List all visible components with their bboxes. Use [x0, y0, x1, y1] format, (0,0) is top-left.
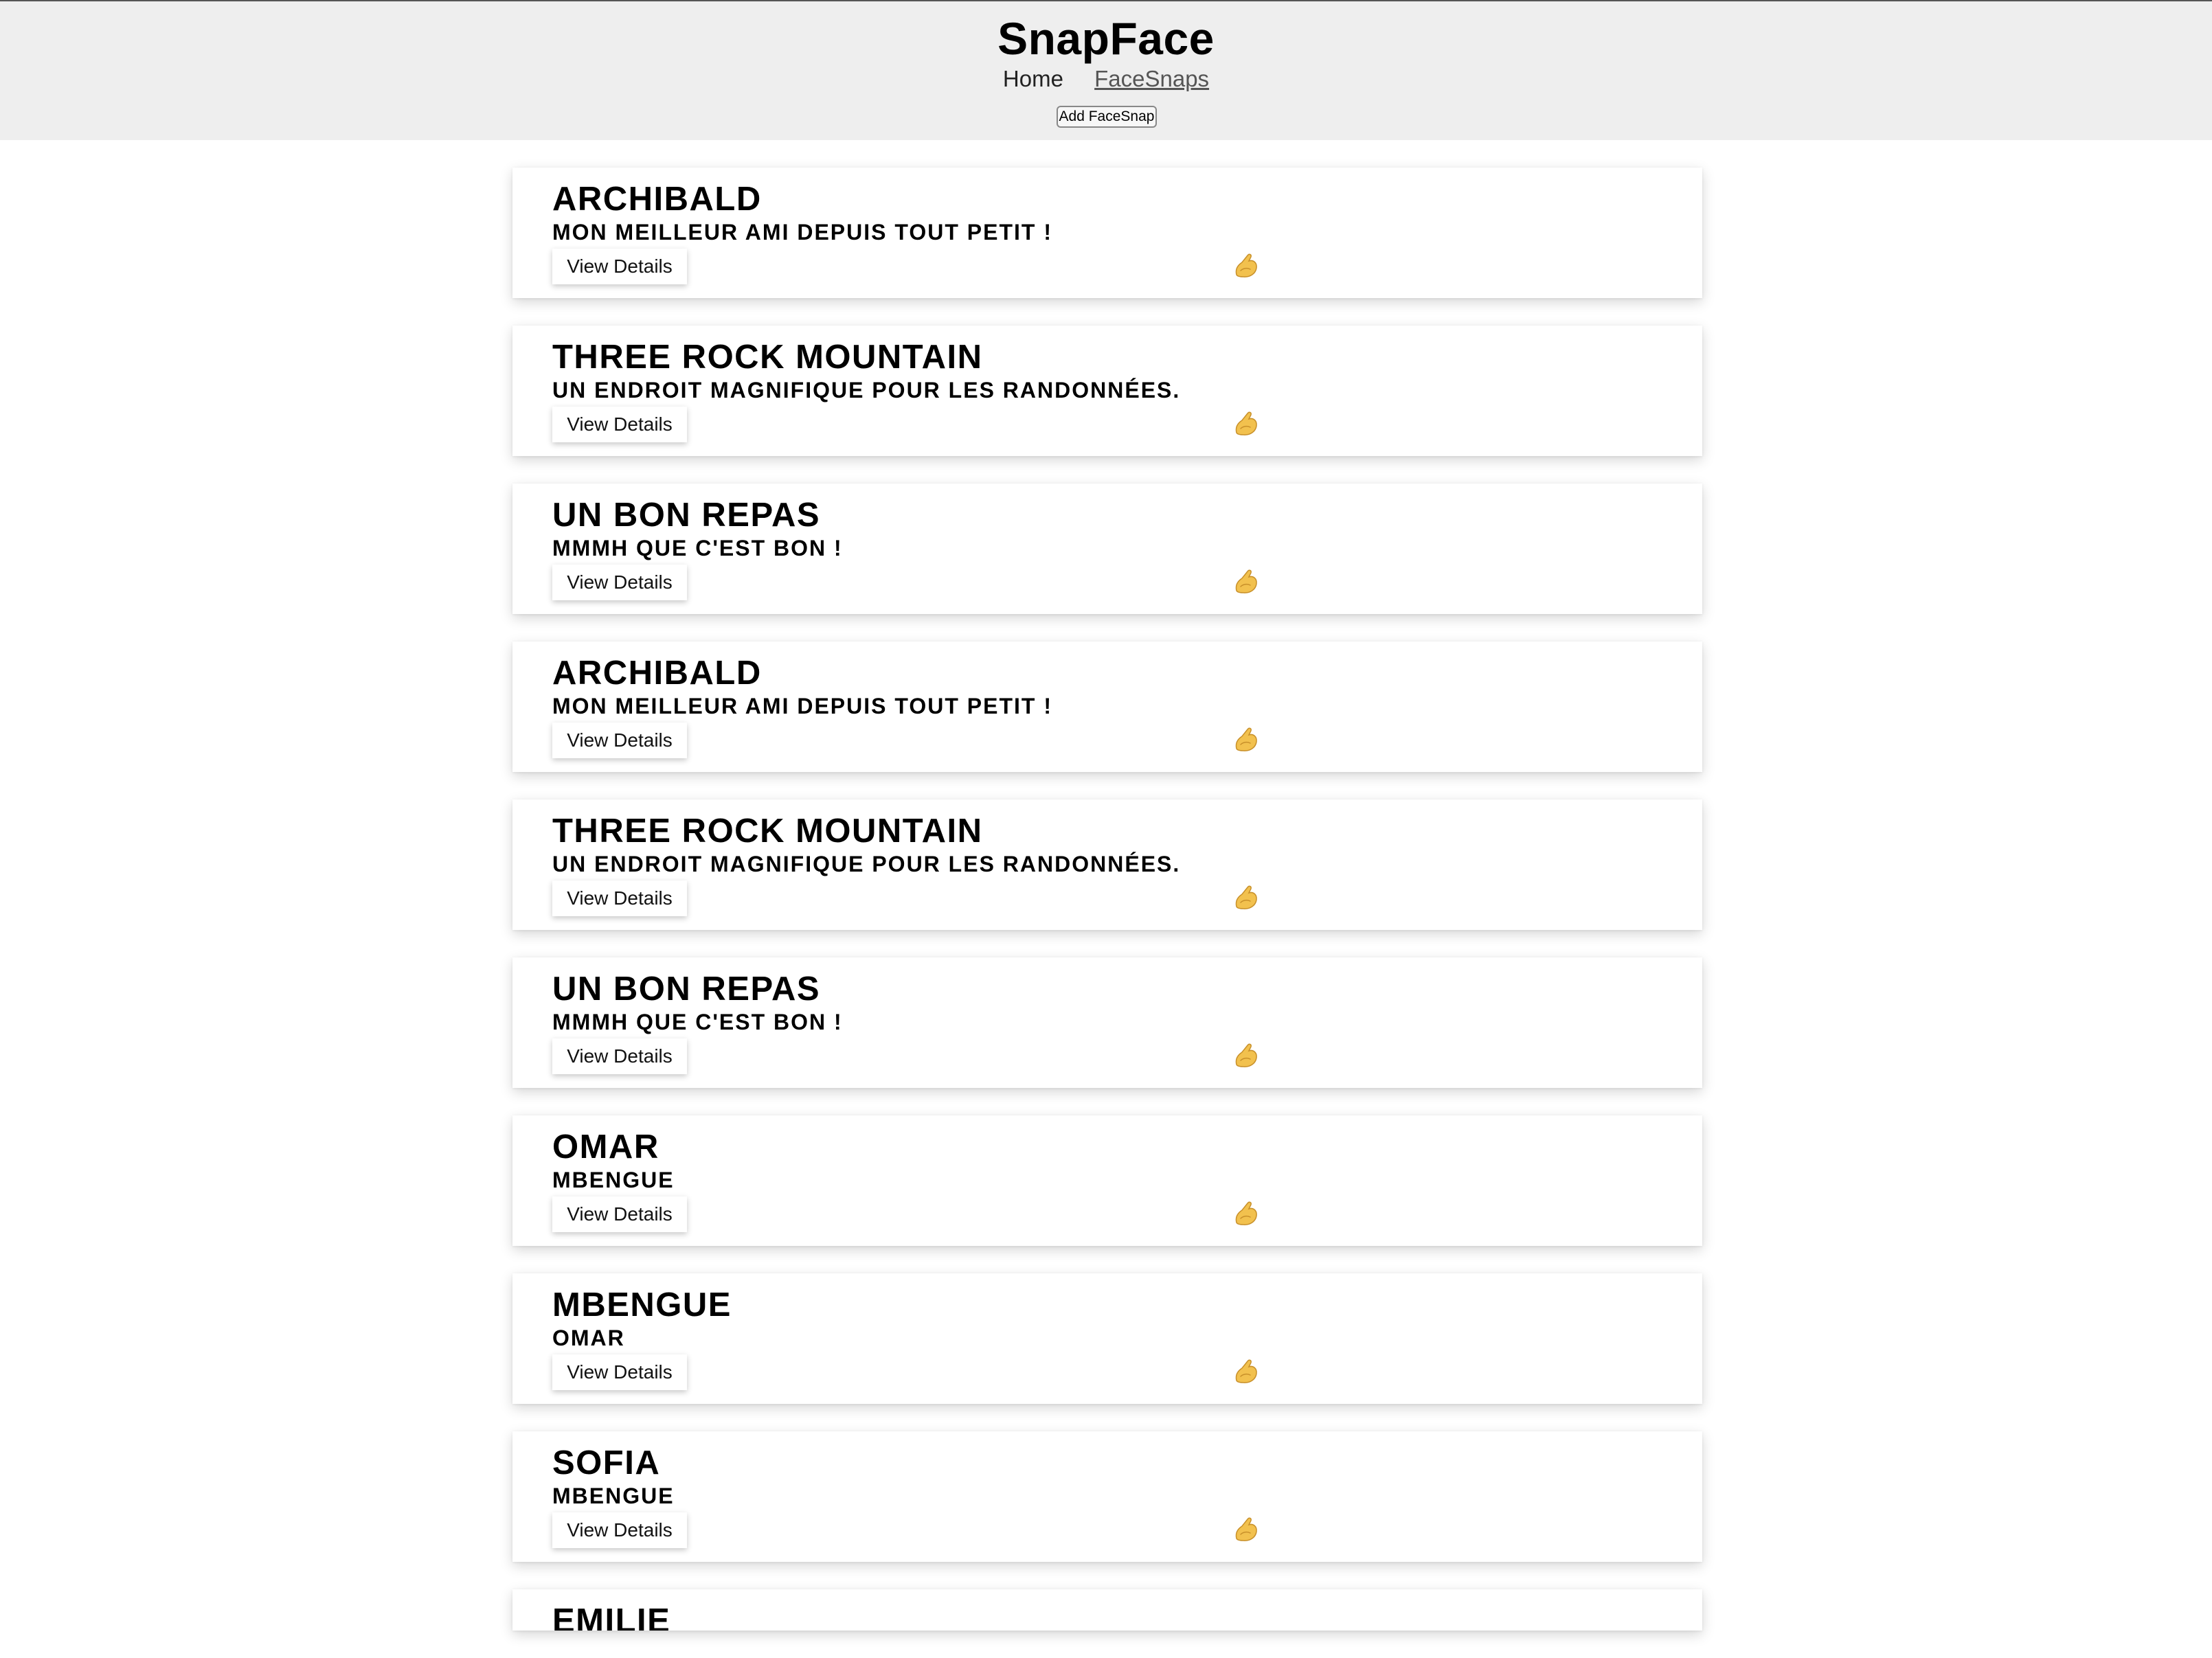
facesnap-subtitle: MBENGUE [552, 1168, 675, 1192]
facesnap-title: UN BON REPAS [552, 497, 821, 534]
facesnap-card: SOFIA MBENGUE View Details [512, 1431, 1702, 1562]
snap-hand-icon[interactable] [1231, 724, 1261, 754]
view-details-button[interactable]: View Details [552, 1196, 687, 1232]
facesnap-card: MBENGUE OMAR View Details [512, 1273, 1702, 1404]
view-details-button[interactable]: View Details [552, 249, 687, 284]
facesnap-title: OMAR [552, 1128, 659, 1166]
facesnap-card: OMAR MBENGUE View Details [512, 1115, 1702, 1246]
facesnap-subtitle: MMMH QUE C'EST BON ! [552, 1010, 843, 1034]
facesnap-card: ARCHIBALD MON MEILLEUR AMI DEPUIS TOUT P… [512, 168, 1702, 298]
snap-hand-icon[interactable] [1231, 566, 1261, 596]
view-details-button[interactable]: View Details [552, 1512, 687, 1548]
facesnap-title: UN BON REPAS [552, 970, 821, 1008]
snap-hand-icon[interactable] [1231, 882, 1261, 912]
view-details-button[interactable]: View Details [552, 565, 687, 600]
facesnap-subtitle: MBENGUE [552, 1484, 675, 1508]
facesnap-card: EMILIE [512, 1589, 1702, 1631]
facesnap-subtitle: UN ENDROIT MAGNIFIQUE POUR LES RANDONNÉE… [552, 852, 1181, 876]
facesnap-subtitle: MON MEILLEUR AMI DEPUIS TOUT PETIT ! [552, 694, 1052, 718]
facesnap-card: UN BON REPAS MMMH QUE C'EST BON ! View D… [512, 484, 1702, 614]
facesnap-card: UN BON REPAS MMMH QUE C'EST BON ! View D… [512, 957, 1702, 1088]
facesnap-title: ARCHIBALD [552, 655, 762, 692]
facesnap-title: THREE ROCK MOUNTAIN [552, 813, 983, 850]
snap-hand-icon[interactable] [1231, 1040, 1261, 1070]
facesnap-card: ARCHIBALD MON MEILLEUR AMI DEPUIS TOUT P… [512, 641, 1702, 772]
facesnap-subtitle: MON MEILLEUR AMI DEPUIS TOUT PETIT ! [552, 220, 1052, 245]
facesnap-list: ARCHIBALD MON MEILLEUR AMI DEPUIS TOUT P… [512, 168, 1702, 1658]
snap-hand-icon[interactable] [1231, 1514, 1261, 1544]
facesnap-title: SOFIA [552, 1444, 661, 1481]
view-details-button[interactable]: View Details [552, 881, 687, 916]
facesnap-subtitle: OMAR [552, 1326, 625, 1350]
view-details-button[interactable]: View Details [552, 407, 687, 442]
nav-link-facesnaps[interactable]: FaceSnaps [1094, 66, 1209, 92]
facesnap-title: MBENGUE [552, 1286, 732, 1324]
facesnap-subtitle: UN ENDROIT MAGNIFIQUE POUR LES RANDONNÉE… [552, 378, 1181, 402]
snap-hand-icon[interactable] [1231, 250, 1261, 280]
main-nav: Home FaceSnaps [0, 66, 2212, 92]
app-title: SnapFace [997, 13, 1215, 64]
snap-hand-icon[interactable] [1231, 1198, 1261, 1228]
snap-hand-icon[interactable] [1231, 408, 1261, 438]
facesnap-card: THREE ROCK MOUNTAIN UN ENDROIT MAGNIFIQU… [512, 799, 1702, 930]
view-details-button[interactable]: View Details [552, 723, 687, 758]
facesnap-card: THREE ROCK MOUNTAIN UN ENDROIT MAGNIFIQU… [512, 326, 1702, 456]
facesnap-title: ARCHIBALD [552, 181, 762, 218]
facesnap-title: THREE ROCK MOUNTAIN [552, 339, 983, 376]
snap-hand-icon[interactable] [1231, 1356, 1261, 1386]
view-details-button[interactable]: View Details [552, 1038, 687, 1074]
app-header: SnapFace Home FaceSnaps Add FaceSnap [0, 0, 2212, 140]
facesnap-title: EMILIE [552, 1602, 671, 1631]
facesnap-subtitle: MMMH QUE C'EST BON ! [552, 536, 843, 560]
view-details-button[interactable]: View Details [552, 1354, 687, 1390]
add-facesnap-button[interactable]: Add FaceSnap [1057, 106, 1157, 128]
nav-link-home[interactable]: Home [1003, 66, 1063, 92]
